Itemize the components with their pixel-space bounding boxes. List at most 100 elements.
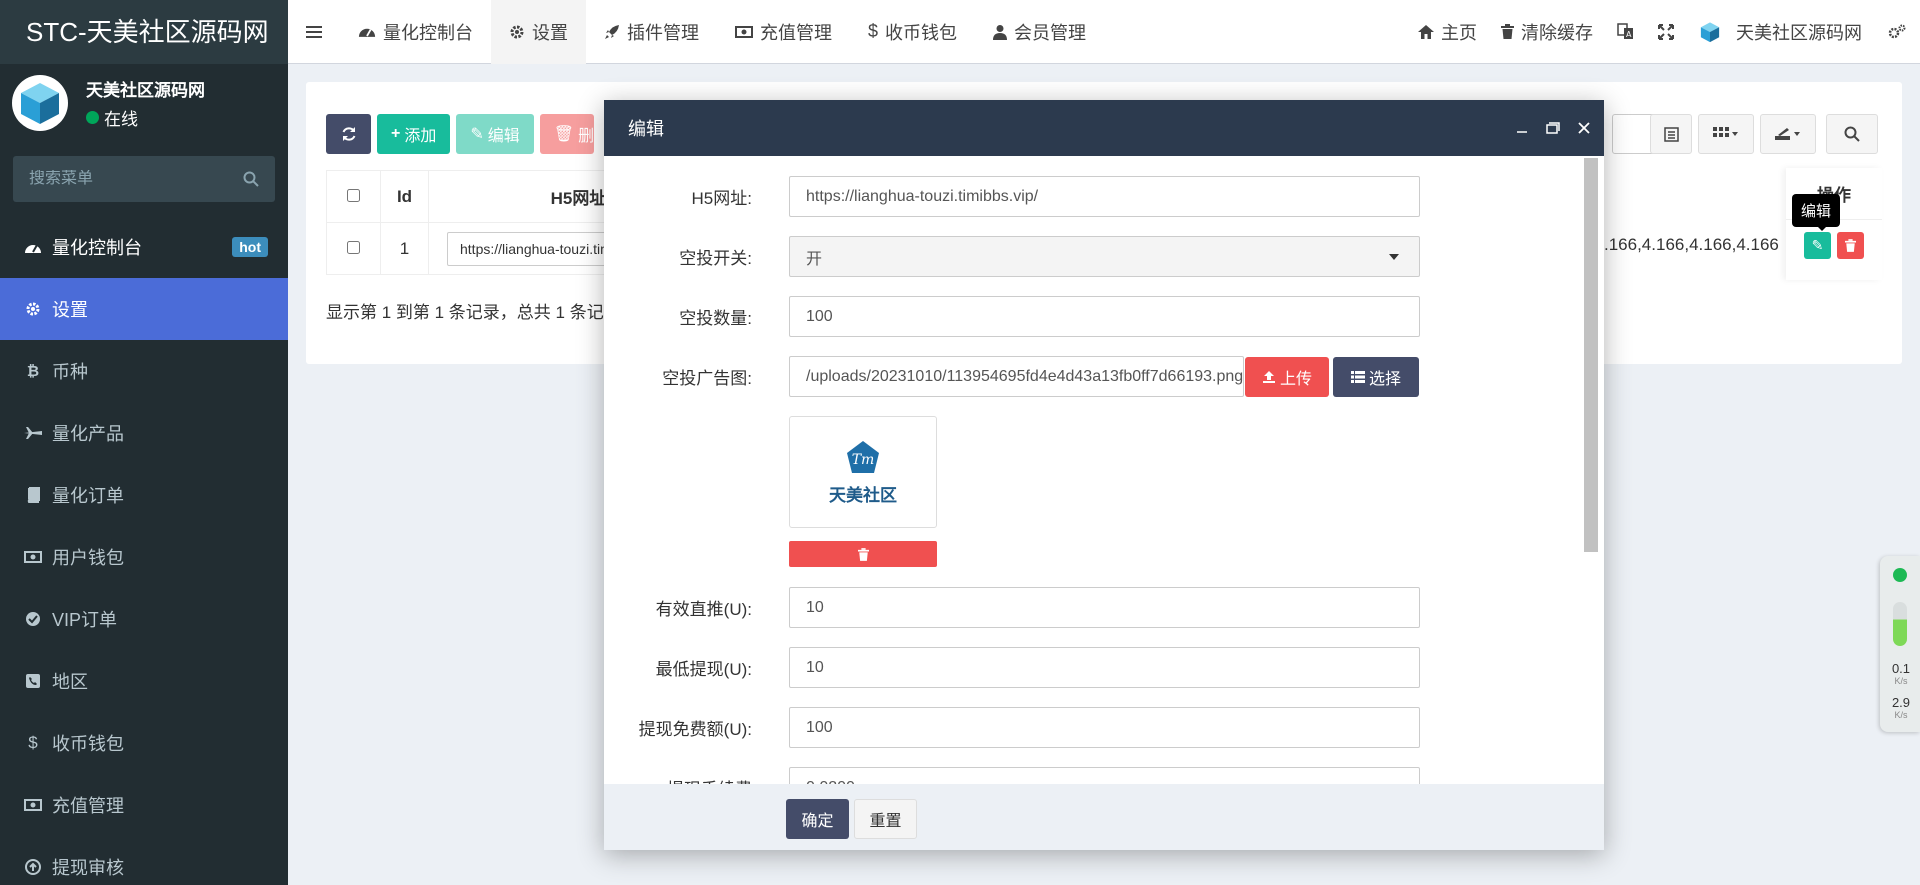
choose-button[interactable]: 选择 [1333,356,1419,397]
reset-button[interactable]: 重置 [854,799,917,839]
gear-icon [22,301,44,317]
column-header-id[interactable]: Id [380,170,429,223]
sidebar: STC-天美社区源码网 天美社区源码网 在线 量化控制台 hot [0,0,288,885]
preview-text: 天美社区 [829,485,897,505]
fee-free-input[interactable]: 100 [789,707,1420,748]
dollar-icon: $ [868,21,879,41]
add-button[interactable]: + 添加 [377,114,451,154]
refresh-button[interactable] [326,114,371,154]
tab-plugins[interactable]: 插件管理 [586,0,717,64]
tab-settings[interactable]: 设置 [491,0,586,64]
airdrop-switch-value: 开 [806,250,823,268]
select-all-checkbox[interactable] [347,188,360,202]
fullscreen-button[interactable] [1646,0,1686,64]
trash-icon [857,547,869,561]
direct-input[interactable]: 10 [789,587,1420,628]
h5-input[interactable]: https://lianghua-touzi.timibbs.vip/ [789,176,1420,217]
bitcoin-icon: ₿ [26,362,40,380]
book-icon [22,487,44,503]
row-checkbox[interactable] [347,240,360,254]
search-icon [1844,126,1860,142]
user-status-label: 在线 [104,110,138,129]
delete-button[interactable]: 🗑 删除 [539,114,594,154]
sidebar-item-vip-orders[interactable]: VIP订单 [0,588,288,650]
minimize-button[interactable] [1516,122,1528,134]
money-icon [735,25,753,39]
sidebar-item-settings[interactable]: 设置 [0,278,288,340]
airdrop-switch-select[interactable]: 开 [789,236,1420,277]
row-values-text: .166,4.166,4.166,4.166 [1604,235,1779,254]
airdrop-image-input[interactable]: /uploads/20231010/113954695fd4e4d43a13fb… [789,356,1244,397]
edit-button[interactable]: ✎ 编辑 [456,114,534,154]
sidebar-item-label: VIP订单 [52,610,118,630]
plus-icon: + [391,125,401,142]
preview-delete-button[interactable] [789,541,937,567]
translate-button[interactable]: A [1605,0,1646,64]
clear-cache-button[interactable]: 清除缓存 [1489,0,1605,64]
dashboard-icon [358,24,376,39]
sidebar-item-products[interactable]: 量化产品 [0,402,288,464]
fee-input[interactable]: 0.0200 [789,767,1420,784]
tab-collect-wallet[interactable]: $ 收币钱包 [850,0,975,64]
export-button[interactable] [1760,114,1816,154]
sidebar-item-coins[interactable]: ₿ 币种 [0,340,288,402]
refresh-icon [342,127,355,141]
control-sidebar-button[interactable] [1874,0,1920,64]
airdrop-image-label: 空投广告图: [662,369,752,388]
dollar-icon: $ [28,733,38,752]
sidebar-item-user-wallet[interactable]: 用户钱包 [0,526,288,588]
columns-button[interactable] [1698,114,1754,154]
user-menu[interactable]: 天美社区源码网 [1686,0,1874,64]
trash-icon: 🗑 [553,126,575,143]
pencil-icon: ✎ [1811,237,1824,253]
sidebar-item-orders[interactable]: 量化订单 [0,464,288,526]
tab-label: 充值管理 [760,22,832,43]
search-icon[interactable] [243,171,259,187]
min-withdraw-input[interactable]: 10 [789,647,1420,688]
sidebar-item-label: 设置 [52,300,88,320]
fee-free-label: 提现免费额(U): [638,720,752,739]
menu-search-input[interactable] [29,170,229,188]
sidebar-toggle-button[interactable] [288,0,340,64]
user-icon [993,24,1008,40]
tab-label: 量化控制台 [383,22,473,43]
money-icon [22,550,44,564]
row-id: 1 [380,222,429,275]
close-button[interactable] [1578,122,1590,134]
tab-label: 会员管理 [1014,22,1087,43]
search-toggle-button[interactable] [1826,114,1878,154]
modal-scrollbar[interactable] [1584,158,1598,552]
sidebar-item-recharge[interactable]: 充值管理 [0,774,288,836]
network-speed-widget[interactable]: 0.1 K/s 2.9 K/s [1880,556,1920,732]
hot-badge: hot [232,237,268,257]
edit-button-label: 编辑 [487,128,520,145]
upload-icon [1262,370,1275,383]
maximize-button[interactable] [1546,122,1560,134]
sidebar-item-label: 收币钱包 [52,734,124,754]
toggle-view-button[interactable] [1650,114,1692,154]
cube-logo-icon [1700,21,1720,42]
row-h5-input[interactable]: https://lianghua-touzi.timibbs.vip/ [447,231,617,266]
preview-logo-text: Tm [852,452,875,468]
row-delete-button[interactable] [1837,232,1864,259]
tab-recharge[interactable]: 充值管理 [717,0,850,64]
airdrop-count-input[interactable]: 100 [789,296,1420,337]
pagination-info: 显示第 1 到第 1 条记录，总共 1 条记录 [326,303,621,322]
sidebar-item-withdraw-review[interactable]: 提现审核 [0,836,288,885]
list-icon [1663,126,1679,142]
row-edit-button[interactable]: ✎ [1804,232,1831,259]
site-name: 天美社区源码网 [1736,22,1862,43]
sidebar-item-dashboard[interactable]: 量化控制台 hot [0,216,288,278]
confirm-button[interactable]: 确定 [786,799,849,839]
sidebar-item-region[interactable]: 地区 [0,650,288,712]
tab-dashboard[interactable]: 量化控制台 [340,0,491,64]
image-preview[interactable]: Tm 天美社区 [789,416,937,528]
home-label: 主页 [1441,22,1477,43]
tm-logo-icon: Tm [847,440,879,473]
brand-title[interactable]: STC-天美社区源码网 [0,0,288,64]
form-row-min-withdraw: 最低提现(U): 10 [604,647,1604,688]
upload-button[interactable]: 上传 [1245,356,1329,397]
tab-members[interactable]: 会员管理 [975,0,1104,64]
sidebar-item-collect-wallet[interactable]: $ 收币钱包 [0,712,288,774]
home-link[interactable]: 主页 [1406,0,1489,64]
